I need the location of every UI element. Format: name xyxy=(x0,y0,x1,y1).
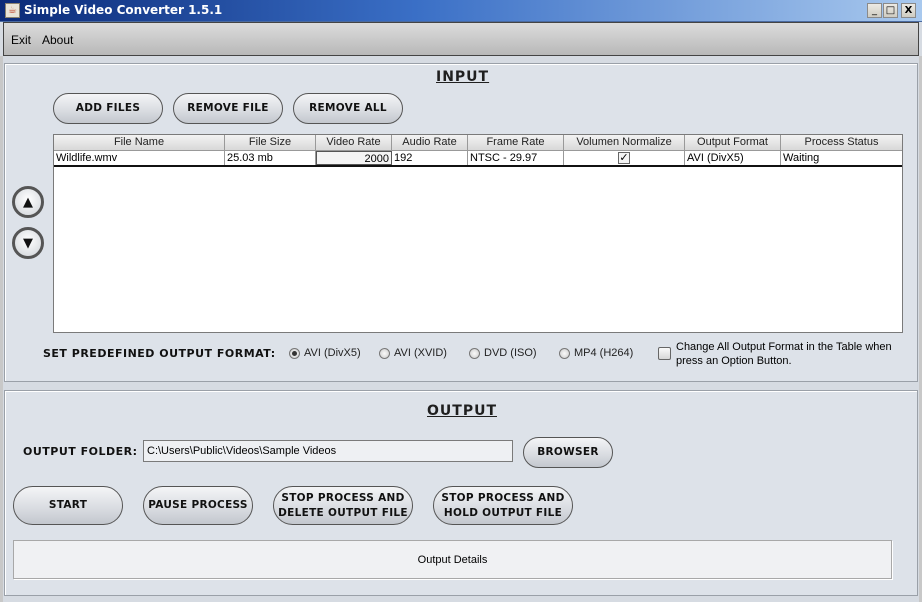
arrow-down-icon: ▼ xyxy=(23,235,33,251)
files-table[interactable]: File Name File Size Video Rate Audio Rat… xyxy=(53,134,903,333)
column-header-frame-rate[interactable]: Frame Rate xyxy=(468,135,564,151)
radio-avi-xvid[interactable]: AVI (XVID) xyxy=(379,347,447,359)
volume-normalize-checkbox[interactable]: ✓ xyxy=(618,152,630,164)
stop-delete-button[interactable]: STOP PROCESS AND DELETE OUTPUT FILE xyxy=(273,486,413,525)
cell-video-rate[interactable]: 2000 xyxy=(316,151,392,165)
cell-output-format[interactable]: AVI (DivX5) xyxy=(685,151,781,165)
stop-hold-button[interactable]: STOP PROCESS AND HOLD OUTPUT FILE xyxy=(433,486,573,525)
table-row[interactable]: Wildlife.wmv 25.03 mb 2000 192 NTSC - 29… xyxy=(54,151,902,167)
change-all-label-line2: press an Option Button. xyxy=(676,355,792,367)
maximize-button[interactable]: □ xyxy=(883,3,898,18)
radio-dvd-iso[interactable]: DVD (ISO) xyxy=(469,347,537,359)
title-bar: ☕ Simple Video Converter 1.5.1 _ □ X xyxy=(0,0,922,22)
column-header-audio-rate[interactable]: Audio Rate xyxy=(392,135,468,151)
radio-selected-icon xyxy=(289,347,300,359)
browser-button[interactable]: BROWSER xyxy=(523,437,613,468)
cell-volume-normalize[interactable]: ✓ xyxy=(564,151,685,165)
menu-about[interactable]: About xyxy=(42,33,73,47)
column-header-video-rate[interactable]: Video Rate xyxy=(316,135,392,151)
cell-process-status[interactable]: Waiting xyxy=(781,151,902,165)
window-title: Simple Video Converter 1.5.1 xyxy=(24,3,223,17)
cell-audio-rate[interactable]: 192 xyxy=(392,151,468,165)
radio-avi-divx5[interactable]: AVI (DivX5) xyxy=(289,347,361,359)
column-header-process-status[interactable]: Process Status xyxy=(781,135,902,151)
move-up-button[interactable]: ▲ xyxy=(12,186,44,218)
output-section-title: OUTPUT xyxy=(427,403,497,419)
stop-delete-label-line2: DELETE OUTPUT FILE xyxy=(278,506,408,519)
radio-unselected-icon xyxy=(379,347,390,359)
move-down-button[interactable]: ▼ xyxy=(12,227,44,259)
column-header-file-name[interactable]: File Name xyxy=(54,135,225,151)
pause-process-button[interactable]: PAUSE PROCESS xyxy=(143,486,253,525)
remove-all-button[interactable]: REMOVE ALL xyxy=(293,93,403,124)
menu-exit[interactable]: Exit xyxy=(11,33,31,47)
output-details-area: Output Details xyxy=(13,540,892,579)
change-all-label: Change All Output Format in the Table wh… xyxy=(676,340,892,368)
output-folder-input[interactable]: C:\Users\Public\Videos\Sample Videos xyxy=(143,440,513,462)
cell-file-size[interactable]: 25.03 mb xyxy=(225,151,316,165)
cell-file-name[interactable]: Wildlife.wmv xyxy=(54,151,225,165)
column-header-output-format[interactable]: Output Format xyxy=(685,135,781,151)
radio-label: DVD (ISO) xyxy=(484,347,537,359)
add-files-button[interactable]: ADD FILES xyxy=(53,93,163,124)
radio-mp4-h264[interactable]: MP4 (H264) xyxy=(559,347,633,359)
column-header-file-size[interactable]: File Size xyxy=(225,135,316,151)
remove-file-button[interactable]: REMOVE FILE xyxy=(173,93,283,124)
table-header: File Name File Size Video Rate Audio Rat… xyxy=(54,135,902,151)
close-button[interactable]: X xyxy=(901,3,916,18)
arrow-up-icon: ▲ xyxy=(23,194,33,210)
radio-unselected-icon xyxy=(559,347,570,359)
java-app-icon: ☕ xyxy=(5,3,20,18)
radio-unselected-icon xyxy=(469,347,480,359)
predefined-format-label: SET PREDEFINED OUTPUT FORMAT: xyxy=(43,347,276,360)
stop-hold-label-line1: STOP PROCESS AND xyxy=(441,491,565,504)
radio-label: MP4 (H264) xyxy=(574,347,634,359)
change-all-checkbox[interactable] xyxy=(658,347,671,360)
stop-hold-label-line2: HOLD OUTPUT FILE xyxy=(443,506,563,519)
input-section-title: INPUT xyxy=(436,69,490,85)
change-all-label-line1: Change All Output Format in the Table wh… xyxy=(676,341,892,353)
output-details-label: Output Details xyxy=(417,553,488,566)
column-header-volume-normalize[interactable]: Volumen Normalize xyxy=(564,135,685,151)
cell-frame-rate[interactable]: NTSC - 29.97 xyxy=(468,151,564,165)
radio-label: AVI (DivX5) xyxy=(304,347,361,359)
output-folder-label: OUTPUT FOLDER: xyxy=(23,445,138,458)
minimize-button[interactable]: _ xyxy=(867,3,882,18)
radio-label: AVI (XVID) xyxy=(394,347,447,359)
menu-bar: Exit About xyxy=(3,22,919,56)
stop-delete-label-line1: STOP PROCESS AND xyxy=(281,491,405,504)
start-button[interactable]: START xyxy=(13,486,123,525)
